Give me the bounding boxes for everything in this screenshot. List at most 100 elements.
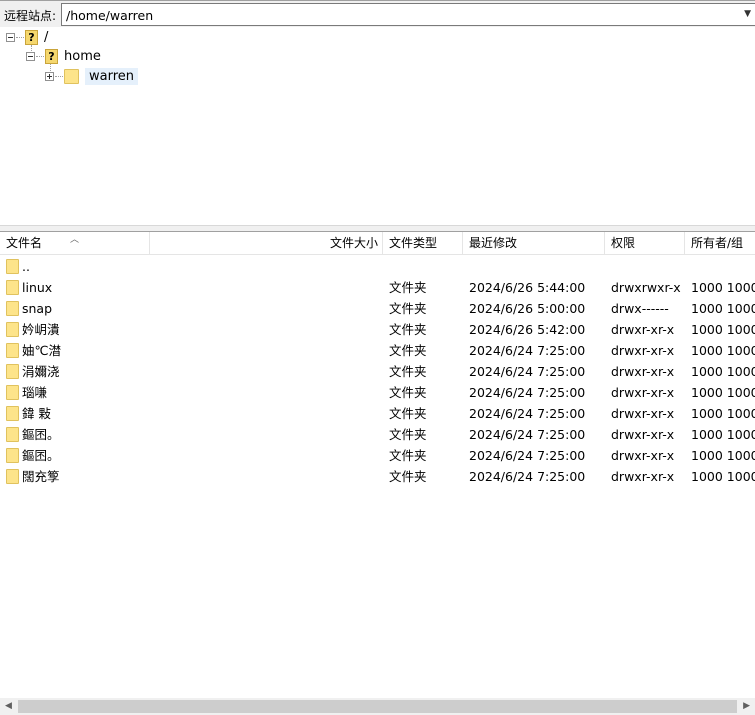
file-type: 文件夹 — [389, 406, 427, 421]
column-label: 权限 — [611, 236, 636, 250]
horizontal-scrollbar[interactable]: ◀ ▶ — [0, 698, 755, 715]
file-permissions: drwxrwxr-x — [611, 280, 681, 295]
file-type: 文件夹 — [389, 469, 427, 484]
file-modified: 2024/6/26 5:00:00 — [469, 301, 586, 316]
file-owner: 1000 1000 — [691, 427, 755, 442]
file-name: snap — [22, 301, 53, 316]
file-type: 文件夹 — [389, 301, 427, 316]
folder-icon — [6, 427, 19, 442]
file-owner: 1000 1000 — [691, 301, 755, 316]
tree-connector — [36, 55, 44, 57]
file-owner: 1000 1000 — [691, 469, 755, 484]
unknown-folder-icon: ? — [25, 29, 38, 45]
file-list-header: 文件名 ︿ 文件大小 文件类型 最近修改 权限 所有者/组 — [0, 232, 755, 255]
table-row[interactable]: 涓嬭浇 文件夹 2024/6/24 7:25:00 drwxr-xr-x 1000 10… — [0, 361, 755, 382]
file-name: linux — [22, 280, 53, 295]
file-name: 妯℃澘 — [22, 343, 62, 358]
remote-path-input[interactable]: /home/warren ▼ — [61, 3, 755, 26]
folder-icon — [6, 343, 19, 358]
tree-item-home[interactable]: ? home — [26, 47, 101, 65]
table-row[interactable]: 妯℃澘 文件夹 2024/6/24 7:25:00 drwxr-xr-x 1000 10… — [0, 340, 755, 361]
file-owner: 1000 1000 — [691, 385, 755, 400]
table-row[interactable]: 瑙嗛 文件夹 2024/6/24 7:25:00 drwxr-xr-x 1000 100… — [0, 382, 755, 403]
scroll-left-icon[interactable]: ◀ — [5, 701, 12, 711]
column-label: 文件大小 — [329, 236, 378, 250]
table-row[interactable]: 鏂囨。 文件夹 2024/6/24 7:25:00 drwxr-xr-x 1000 10… — [0, 424, 755, 445]
tree-item-label: warren — [85, 67, 139, 85]
collapse-icon[interactable] — [6, 32, 15, 42]
file-permissions: drwxr-xr-x — [611, 469, 675, 484]
file-owner: 1000 1000 — [691, 406, 755, 421]
file-name: 鏂囨。 — [22, 427, 60, 442]
file-modified: 2024/6/26 5:42:00 — [469, 322, 586, 337]
file-permissions: drwxr-xr-x — [611, 427, 675, 442]
table-row[interactable]: 鍏 敤 文件夹 2024/6/24 7:25:00 drwxr-xr-x 1000 10… — [0, 403, 755, 424]
file-type: 文件夹 — [389, 448, 427, 463]
table-row[interactable]: snap 文件夹 2024/6/26 5:00:00 drwx------ 1000 1… — [0, 298, 755, 319]
file-type: 文件夹 — [389, 322, 427, 337]
column-label: 最近修改 — [469, 236, 518, 250]
folder-icon — [6, 301, 19, 316]
folder-icon — [6, 469, 19, 484]
folder-icon — [6, 385, 19, 400]
pane-splitter[interactable] — [0, 225, 755, 232]
column-header-type[interactable]: 文件类型 — [383, 232, 463, 255]
file-name: 妗岄潰 — [22, 322, 60, 337]
table-row[interactable]: 鏂囨。 文件夹 2024/6/24 7:25:00 drwxr-xr-x 1000 10… — [0, 445, 755, 466]
column-header-name[interactable]: 文件名 ︿ — [0, 232, 150, 255]
tree-item-warren[interactable]: warren — [45, 67, 139, 85]
file-name: 鍏 敤 — [22, 406, 51, 421]
remote-site-label: 远程站点: — [4, 9, 57, 23]
chevron-down-icon[interactable]: ▼ — [744, 9, 751, 19]
file-modified: 2024/6/24 7:25:00 — [469, 406, 586, 421]
file-permissions: drwxr-xr-x — [611, 364, 675, 379]
file-modified: 2024/6/26 5:44:00 — [469, 280, 586, 295]
file-modified: 2024/6/24 7:25:00 — [469, 427, 586, 442]
table-row[interactable]: 闊充箰 文件夹 2024/6/24 7:25:00 drwxr-xr-x 1000 10… — [0, 466, 755, 487]
tree-item-label: / — [44, 29, 49, 45]
file-name: 瑙嗛 — [22, 385, 48, 400]
folder-icon — [6, 259, 19, 274]
tree-item-root[interactable]: ? / — [6, 28, 48, 46]
column-label: 所有者/组 — [691, 236, 744, 250]
tree-connector — [16, 36, 24, 38]
folder-icon — [64, 68, 79, 84]
tree-item-label: home — [64, 48, 101, 64]
column-header-owner[interactable]: 所有者/组 — [685, 232, 755, 255]
file-type: 文件夹 — [389, 364, 427, 379]
folder-icon — [6, 406, 19, 421]
file-type: 文件夹 — [389, 427, 427, 442]
file-type: 文件夹 — [389, 280, 427, 295]
table-row[interactable]: linux 文件夹 2024/6/26 5:44:00 drwxrwxr-x 1000 … — [0, 277, 755, 298]
remote-site-bar: 远程站点: /home/warren ▼ — [0, 0, 755, 27]
unknown-folder-icon: ? — [45, 48, 58, 64]
table-row[interactable]: 妗岄潰 文件夹 2024/6/26 5:42:00 drwxr-xr-x 1000 10… — [0, 319, 755, 340]
file-permissions: drwxr-xr-x — [611, 448, 675, 463]
file-owner: 1000 1000 — [691, 322, 755, 337]
folder-icon — [6, 322, 19, 337]
file-permissions: drwxr-xr-x — [611, 322, 675, 337]
tree-connector — [55, 75, 63, 77]
file-owner: 1000 1000 — [691, 448, 755, 463]
column-label: 文件类型 — [389, 236, 438, 250]
expand-icon[interactable] — [45, 71, 54, 81]
parent-dir-row[interactable]: .. — [0, 256, 755, 277]
file-type: 文件夹 — [389, 343, 427, 358]
column-header-permissions[interactable]: 权限 — [605, 232, 685, 255]
collapse-icon[interactable] — [26, 51, 35, 61]
scroll-right-icon[interactable]: ▶ — [743, 701, 750, 711]
scroll-thumb[interactable] — [18, 700, 737, 713]
file-name: 闊充箰 — [22, 469, 60, 484]
file-modified: 2024/6/24 7:25:00 — [469, 469, 586, 484]
column-label: 文件名 — [6, 236, 43, 250]
file-modified: 2024/6/24 7:25:00 — [469, 448, 586, 463]
file-name: 涓嬭浇 — [22, 364, 60, 379]
file-permissions: drwxr-xr-x — [611, 406, 675, 421]
column-header-size[interactable]: 文件大小 — [150, 232, 383, 255]
file-owner: 1000 1000 — [691, 280, 755, 295]
file-name: .. — [22, 259, 30, 274]
file-modified: 2024/6/24 7:25:00 — [469, 385, 586, 400]
file-modified: 2024/6/24 7:25:00 — [469, 343, 586, 358]
column-header-modified[interactable]: 最近修改 — [463, 232, 605, 255]
file-owner: 1000 1000 — [691, 343, 755, 358]
